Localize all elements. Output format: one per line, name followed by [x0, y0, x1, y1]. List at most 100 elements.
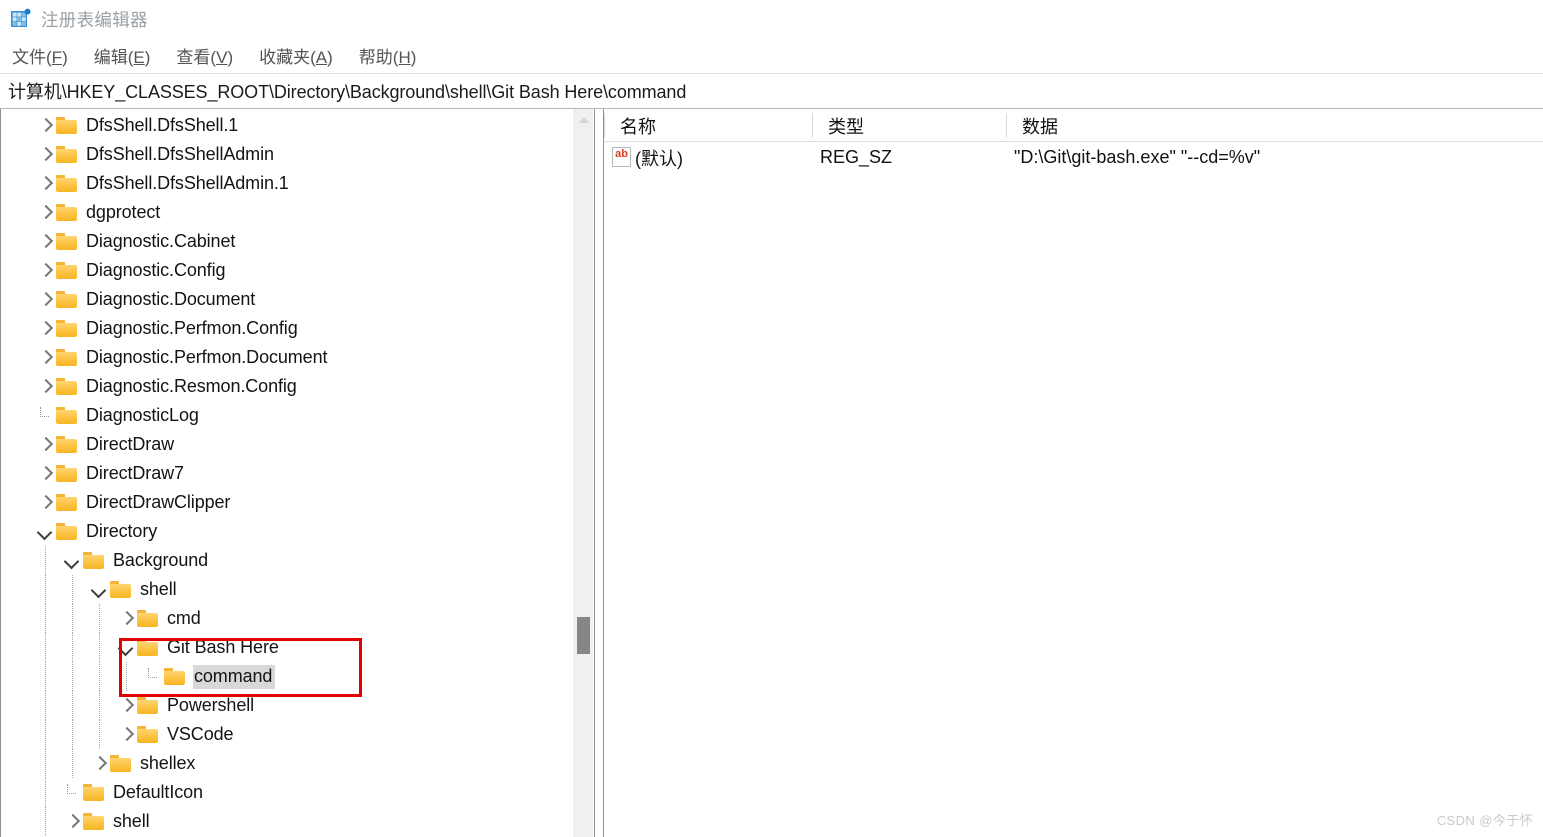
chevron-down-icon[interactable] [36, 523, 54, 541]
chevron-right-icon[interactable] [36, 465, 54, 483]
tree-node-diagnostic-perfmon-document[interactable]: Diagnostic.Perfmon.Document [0, 343, 593, 372]
folder-icon [56, 261, 78, 280]
chevron-right-icon[interactable] [36, 291, 54, 309]
tree-node-dfsshell-dfsshell-1[interactable]: DfsShell.DfsShell.1 [0, 111, 593, 140]
chevron-right-icon[interactable] [117, 726, 135, 744]
tree-guide-line [72, 604, 73, 633]
chevron-right-icon[interactable] [36, 233, 54, 251]
chevron-right-icon[interactable] [36, 349, 54, 367]
tree-guide-line [99, 604, 100, 633]
menu-item-edit[interactable]: 编辑(E) [94, 43, 151, 68]
chevron-right-icon[interactable] [36, 146, 54, 164]
menu-item-favorites[interactable]: 收藏夹(A) [259, 43, 333, 68]
tree-node-cmd[interactable]: cmd [0, 604, 593, 633]
column-separator[interactable] [812, 113, 813, 138]
chevron-right-icon[interactable] [36, 436, 54, 454]
chevron-right-icon[interactable] [36, 378, 54, 396]
menu-item-file[interactable]: 文件(F) [12, 43, 68, 68]
chevron-right-icon[interactable] [36, 175, 54, 193]
tree-node-dfsshell-dfsshelladmin-1[interactable]: DfsShell.DfsShellAdmin.1 [0, 169, 593, 198]
tree-node-dgprotect[interactable]: dgprotect [0, 198, 593, 227]
tree-node-diagnostic-document[interactable]: Diagnostic.Document [0, 285, 593, 314]
tree-node-diagnostic-config[interactable]: Diagnostic.Config [0, 256, 593, 285]
chevron-right-icon[interactable] [117, 697, 135, 715]
registry-path: 计算机\HKEY_CLASSES_ROOT\Directory\Backgrou… [8, 82, 687, 102]
chevron-right-icon[interactable] [36, 320, 54, 338]
tree-node-directdraw[interactable]: DirectDraw [0, 430, 593, 459]
tree-guide-line [72, 633, 73, 662]
menu-item-help[interactable]: 帮助(H) [359, 43, 417, 68]
folder-icon [56, 174, 78, 193]
tree-guide-line [72, 749, 73, 778]
tree-node-background[interactable]: Background [0, 546, 593, 575]
column-header-type[interactable]: 类型 [820, 109, 864, 142]
regedit-icon [10, 8, 32, 30]
folder-icon [83, 783, 105, 802]
values-list: ab (默认) REG_SZ "D:\Git\git-bash.exe" "--cd=… [604, 142, 1543, 173]
tree-guide-line [99, 691, 100, 720]
tree-node-label: shell [140, 578, 177, 599]
chevron-right-icon[interactable] [36, 262, 54, 280]
tree-node-directory[interactable]: Directory [0, 517, 593, 546]
tree-node-powershell[interactable]: Powershell [0, 691, 593, 720]
scrollbar-thumb[interactable] [577, 617, 590, 654]
folder-icon [137, 725, 159, 744]
chevron-down-icon[interactable] [117, 639, 135, 657]
tree-node-vscode[interactable]: VSCode [0, 720, 593, 749]
tree-node-label: Diagnostic.Resmon.Config [86, 375, 297, 396]
column-header-name[interactable]: 名称 [612, 109, 656, 142]
tree-node-shell[interactable]: shell [0, 807, 593, 836]
menu-item-edit-accel: E [133, 48, 145, 67]
folder-icon [137, 696, 159, 715]
chevron-right-icon[interactable] [117, 610, 135, 628]
tree-node-shellex[interactable]: shellex [0, 749, 593, 778]
folder-icon [56, 406, 78, 425]
column-separator[interactable] [1006, 113, 1007, 138]
tree-node-label: DirectDrawClipper [86, 491, 231, 512]
tree-node-diagnostic-perfmon-config[interactable]: Diagnostic.Perfmon.Config [0, 314, 593, 343]
menu-item-file-post: ) [62, 48, 68, 67]
menu-item-edit-pre: 编辑( [93, 48, 134, 67]
chevron-right-icon[interactable] [63, 813, 81, 831]
chevron-right-icon[interactable] [36, 117, 54, 135]
tree-node-label: shellex [140, 752, 196, 773]
chevron-down-icon[interactable] [90, 581, 108, 599]
tree-node-dfsshell-dfsshelladmin[interactable]: DfsShell.DfsShellAdmin [0, 140, 593, 169]
folder-icon [137, 638, 159, 657]
registry-values-pane[interactable]: 名称 类型 数据 ab (默认) REG_SZ "D:\Git\git-bash.exe"… [604, 109, 1543, 837]
tree-leaf-connector-icon [63, 783, 81, 802]
value-type-cell: REG_SZ [820, 142, 892, 173]
value-name-cell[interactable]: ab (默认) [612, 142, 683, 173]
value-data: "D:\Git\git-bash.exe" "--cd=%v" [1014, 147, 1261, 167]
tree-node-label: DfsShell.DfsShell.1 [86, 114, 239, 135]
tree-node-directdraw7[interactable]: DirectDraw7 [0, 459, 593, 488]
tree-node-diagnosticlog[interactable]: DiagnosticLog [0, 401, 593, 430]
menu-item-favorites-pre: 收藏夹( [259, 48, 316, 67]
folder-icon [56, 145, 78, 164]
folder-icon [83, 551, 105, 570]
folder-icon [56, 377, 78, 396]
tree-node-diagnostic-resmon-config[interactable]: Diagnostic.Resmon.Config [0, 372, 593, 401]
tree-node-diagnostic-cabinet[interactable]: Diagnostic.Cabinet [0, 227, 593, 256]
column-header-data[interactable]: 数据 [1014, 109, 1058, 142]
chevron-down-icon[interactable] [63, 552, 81, 570]
chevron-right-icon[interactable] [36, 494, 54, 512]
tree-node-directdrawclipper[interactable]: DirectDrawClipper [0, 488, 593, 517]
address-bar[interactable]: 计算机\HKEY_CLASSES_ROOT\Directory\Backgrou… [0, 73, 1543, 109]
tree-node-label: DirectDraw7 [86, 462, 184, 483]
menu-item-view[interactable]: 查看(V) [176, 43, 233, 68]
registry-tree-pane[interactable]: DfsShell.DfsShell.1 DfsShell.DfsShellAdmi… [0, 109, 594, 837]
value-row[interactable]: ab (默认) REG_SZ "D:\Git\git-bash.exe" "--cd=… [604, 142, 1543, 173]
tree-node-defaulticon[interactable]: DefaultIcon [0, 778, 593, 807]
tree-node-command[interactable]: command [0, 662, 593, 691]
tree-scrollbar[interactable] [573, 109, 593, 837]
scroll-up-icon[interactable] [579, 117, 589, 123]
chevron-right-icon[interactable] [90, 755, 108, 773]
tree-guide-line [45, 604, 46, 633]
menu-item-help-pre: 帮助( [358, 48, 399, 67]
tree-node-shell[interactable]: shell [0, 575, 593, 604]
tree-guide-line [45, 720, 46, 749]
tree-node-git-bash-here[interactable]: Git Bash Here [0, 633, 593, 662]
chevron-right-icon[interactable] [36, 204, 54, 222]
pane-splitter[interactable] [594, 109, 604, 837]
